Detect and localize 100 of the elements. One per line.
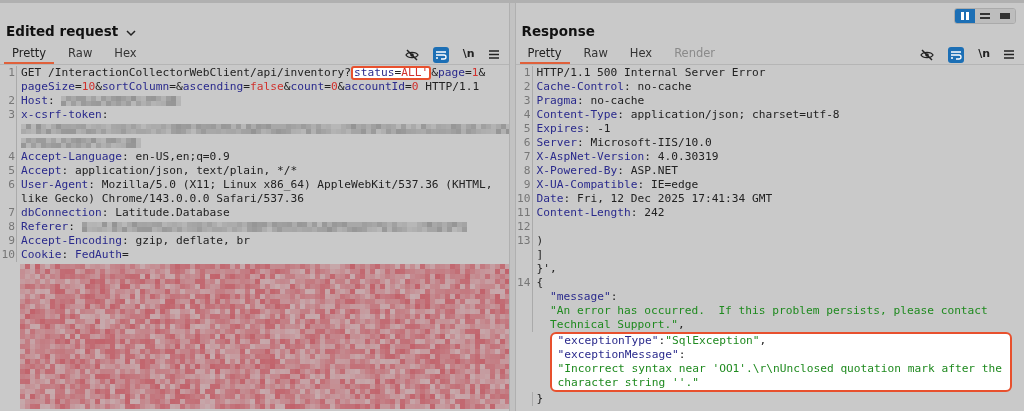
header-name: FedAuth <box>74 248 123 262</box>
line-number: 9 <box>523 178 531 191</box>
json-string: "SqlException" <box>665 334 760 348</box>
code-text: & <box>95 80 102 94</box>
line-number: 5 <box>8 164 15 177</box>
view-tab[interactable]: Raw <box>60 45 101 64</box>
code-text: = <box>122 248 129 262</box>
code-text: = <box>394 66 402 79</box>
line-number: 8 <box>523 164 531 177</box>
code-text: : <box>658 334 666 348</box>
line-number: 4 <box>8 150 15 163</box>
code-text: = <box>405 80 412 94</box>
param-value: 10 <box>81 80 96 94</box>
code-text: : Latitude.Database <box>101 206 230 220</box>
code-text: : gzip, deflate, br <box>122 234 251 248</box>
header-name: Accept <box>21 164 62 178</box>
code-text: : <box>61 248 70 262</box>
columns-layout-button[interactable] <box>955 9 975 23</box>
panel-title: Edited request <box>6 21 119 41</box>
header-name: X-AspNet-Version <box>536 150 645 164</box>
line-number: 2 <box>523 80 531 93</box>
wrap-icon[interactable] <box>948 46 965 63</box>
line-number: 10 <box>1 248 15 261</box>
code-text: & <box>478 66 486 80</box>
rows-layout-button[interactable] <box>975 9 995 23</box>
rows-icon <box>980 12 990 20</box>
code-text: : no-cache <box>624 80 692 94</box>
chevron-down-icon[interactable] <box>126 30 137 37</box>
header-name: Content-Length <box>536 206 631 220</box>
line-number: 14 <box>517 276 531 289</box>
square-icon <box>1000 12 1010 20</box>
code-text: : <box>101 108 109 122</box>
columns-icon <box>960 12 970 20</box>
param-value: 0 <box>330 80 338 94</box>
code-text: : Fri, 12 Dec 2025 17:41:34 GMT <box>563 192 773 206</box>
header-name: page <box>437 66 465 80</box>
eye-off-icon[interactable] <box>920 48 935 61</box>
code-text: : en-US,en;q=0.9 <box>122 150 230 164</box>
param-value: false <box>250 80 284 94</box>
view-tab[interactable]: Hex <box>621 45 661 64</box>
header-name: User-Agent <box>21 178 89 192</box>
header-name: Referer <box>21 220 69 234</box>
line-number: 4 <box>523 108 531 121</box>
code-text: : Microsoft-IIS/10.0 <box>576 136 712 150</box>
newline-toggle[interactable]: \n <box>978 46 990 63</box>
code-text: ) <box>536 234 544 248</box>
code-text: & <box>431 66 438 80</box>
header-name: accountId <box>344 80 406 94</box>
code-text: : Mozilla/5.0 (X11; Linux x86_64) AppleWebKit/537.36 (KHTML, <box>88 178 493 192</box>
code-text: : IE=edge <box>637 178 699 192</box>
header-name: Pragma <box>536 94 577 108</box>
header-name: Cache-Control <box>536 80 625 94</box>
line-number: 3 <box>523 94 531 107</box>
line-number: 3 <box>8 108 15 121</box>
eye-off-icon[interactable] <box>404 48 419 61</box>
wrap-icon[interactable] <box>432 46 449 63</box>
code-text: : 242 <box>630 206 665 220</box>
json-string: character string ''." <box>557 376 699 390</box>
code-text: , <box>678 318 685 332</box>
line-number: 6 <box>523 136 531 149</box>
code-text: =& <box>169 80 183 94</box>
code-text: ] <box>536 248 544 262</box>
line-number: 1 <box>523 66 531 79</box>
header-name: Accept-Language <box>21 150 123 164</box>
header-name: Server <box>536 136 577 150</box>
code-text: GET /InteractionCollectorWebClient/api/inventory? <box>21 66 352 80</box>
line-number: 6 <box>8 178 15 191</box>
code-text: : 4.0.30319 <box>644 150 719 164</box>
code-text: { <box>536 276 544 290</box>
view-tab[interactable]: Raw <box>575 45 616 64</box>
header-name: pageSize <box>21 80 75 94</box>
code-text: like Gecko) Chrome/143.0.0.0 Safari/537.36 <box>21 192 304 206</box>
code-text: & <box>337 80 345 94</box>
header-name: "exceptionMessage" <box>557 348 679 362</box>
header-name: status <box>354 66 395 79</box>
code-text: : no-cache <box>576 94 645 108</box>
code-text: : <box>610 290 618 304</box>
line-number: 7 <box>8 206 15 219</box>
code-text: : application/json; charset=utf-8 <box>617 108 840 122</box>
code-text: : application/json, text/plain, */* <box>61 164 298 178</box>
line-number: 11 <box>517 206 531 219</box>
code-text: = <box>74 80 82 94</box>
param-value: ALL' <box>401 66 429 79</box>
view-tab[interactable]: Hex <box>106 45 145 64</box>
single-layout-button[interactable] <box>995 9 1015 23</box>
line-number: 2 <box>8 94 15 107</box>
menu-icon[interactable] <box>488 50 499 59</box>
code-text: & <box>283 80 291 94</box>
line-number: 12 <box>517 220 531 233</box>
header-name: X-Powered-By <box>536 164 618 178</box>
header-name: Content-Type <box>536 108 618 122</box>
header-name: Accept-Encoding <box>21 234 123 248</box>
header-name: count <box>290 80 325 94</box>
newline-toggle[interactable]: \n <box>462 46 475 63</box>
json-string: "Incorrect syntax near 'OO1'.\r\nUnclosed quotation mark after the <box>557 362 1003 376</box>
code-text: : <box>68 220 76 234</box>
menu-icon[interactable] <box>1004 50 1014 59</box>
code-text: HTTP/1.1 <box>424 80 480 94</box>
line-number: 13 <box>517 234 531 247</box>
header-name: X-UA-Compatible <box>536 178 638 192</box>
